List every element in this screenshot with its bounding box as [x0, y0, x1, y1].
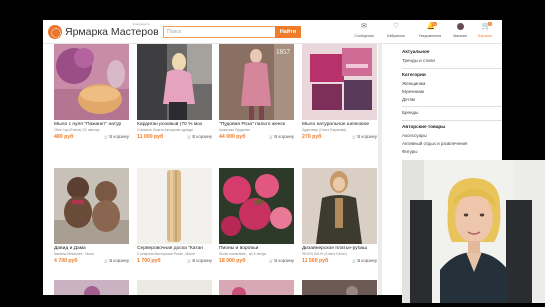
sidebar-item-women[interactable]: Женщинам: [402, 81, 425, 86]
product-card[interactable]: Кардиган розовый (70 % мох Стильное Лопа…: [137, 44, 212, 141]
nav-shop-label: Магазин: [453, 34, 467, 38]
presenter-video: [402, 160, 545, 303]
shop-name[interactable]: Анжелика Прудкова: [219, 128, 294, 132]
sidebar-heading-author-goods: Авторские товары: [402, 124, 446, 129]
sidebar-item-kids[interactable]: Детям: [402, 97, 415, 102]
product-card[interactable]: Мыло с нуля "Пажанкт" натур Olive Cap (Е…: [54, 44, 129, 141]
product-card[interactable]: Дизайнерское платье-рубаш HELEN SALIH (Е…: [302, 168, 377, 265]
divider: [402, 68, 502, 69]
video-frame: Ярмарка Мастеров livemaster.ru Найти ✉ С…: [0, 0, 545, 307]
product-price: 11 500 руб: [302, 258, 329, 264]
product-image-soap[interactable]: [54, 44, 129, 120]
sidebar-item-figures[interactable]: Фигуры: [402, 149, 418, 154]
product-image-cutting-board[interactable]: [137, 168, 212, 244]
product-grid: Мыло с нуля "Пажанкт" натур Olive Cap (Е…: [52, 44, 378, 295]
add-to-cart-button[interactable]: В корзину: [352, 258, 377, 263]
sidebar-item-brands[interactable]: Бренды: [402, 110, 418, 115]
add-to-cart-button[interactable]: В корзину: [187, 258, 212, 263]
sidebar-item-trends[interactable]: Тренды и стили: [402, 58, 435, 63]
product-price: 11 000 руб: [137, 134, 164, 140]
heart-icon: ♡: [392, 23, 400, 30]
product-image-partial[interactable]: [137, 280, 212, 295]
cart-badge: 5: [488, 22, 492, 26]
product-image-peonies[interactable]: [219, 168, 294, 244]
product-price: 480 руб: [54, 134, 74, 140]
divider: [402, 120, 502, 121]
sidebar-item-accessories[interactable]: Аксессуары: [402, 133, 427, 138]
nav-shop[interactable]: Магазин: [449, 23, 471, 43]
webcam-overlay: [402, 160, 545, 303]
product-image-dress[interactable]: [302, 168, 377, 244]
logo-icon[interactable]: [48, 25, 62, 39]
product-card[interactable]: Давид и Дама Natasha Miniatures - Мини 4…: [54, 168, 129, 265]
sidebar-item-outdoor[interactable]: Активный отдых и развлечения: [402, 141, 467, 146]
product-image-partial[interactable]: [54, 280, 129, 295]
shop-name[interactable]: HELEN SALIH (Елена Салих): [302, 252, 377, 256]
product-price: 4 700 руб: [54, 258, 78, 264]
envelope-icon: ✉: [361, 23, 367, 30]
product-image-silk-soap[interactable]: [302, 44, 377, 120]
site-logo[interactable]: Ярмарка Мастеров: [65, 26, 159, 38]
sidebar-heading-actual: Актуальное: [402, 49, 430, 54]
product-card[interactable]: Серверовочная доска "Катан Столярная Мас…: [137, 168, 212, 265]
shop-name[interactable]: Стильное Лопата Авторская одежда: [137, 128, 212, 132]
product-price: 270 руб: [302, 134, 322, 140]
product-image-cardigan[interactable]: [137, 44, 212, 120]
product-price: 1 700 руб: [137, 258, 161, 264]
nav-favorites[interactable]: ♡ Избранное: [381, 23, 411, 43]
site-header: Ярмарка Мастеров livemaster.ru Найти ✉ С…: [43, 20, 502, 44]
shop-name[interactable]: Natasha Miniatures - Мини: [54, 252, 129, 256]
svg-text:1857: 1857: [276, 48, 291, 56]
product-price: 44 000 руб: [219, 134, 246, 140]
nav-favorites-label: Избранное: [386, 34, 406, 38]
product-image-teddy-bears[interactable]: [54, 168, 129, 244]
add-to-cart-button[interactable]: В корзину: [269, 134, 294, 139]
add-to-cart-button[interactable]: В корзину: [187, 134, 212, 139]
add-to-cart-button[interactable]: В корзину: [269, 258, 294, 263]
notifications-badge: 11: [432, 22, 438, 26]
add-to-cart-button[interactable]: В корзину: [352, 134, 377, 139]
product-card[interactable]: Пионы и воробьи Studio manaratele - art …: [219, 168, 294, 265]
search-input[interactable]: [163, 26, 275, 38]
sidebar-item-men[interactable]: Мужчинам: [402, 89, 424, 94]
nav-messages[interactable]: ✉ Сообщения: [348, 23, 380, 43]
sidebar-heading-categories: Категории: [402, 72, 426, 77]
product-card[interactable]: 1857 "Пудовая Роза" пальто женск Анжелик…: [219, 44, 294, 141]
scrollbar[interactable]: [378, 44, 382, 295]
search-button[interactable]: Найти: [275, 26, 301, 38]
product-image-partial[interactable]: [302, 280, 377, 295]
nav-cart-label: Корзина: [478, 34, 492, 38]
add-to-cart-button[interactable]: В корзину: [104, 134, 129, 139]
logo-subtitle: livemaster.ru: [133, 22, 151, 26]
shop-name[interactable]: Столярная Мастерская Рохан - Масте: [137, 252, 212, 256]
nav-notifications-label: Уведомления: [418, 34, 442, 38]
shop-name[interactable]: Кудеснице (Ольга Бацанова): [302, 128, 377, 132]
avatar: [456, 23, 464, 30]
product-price: 18 000 руб: [219, 258, 246, 264]
nav-notifications[interactable]: 🔔 11 Уведомления: [412, 22, 448, 43]
product-card[interactable]: Мыло натуральное шелковое Кудеснице (Оль…: [302, 44, 377, 141]
add-to-cart-button[interactable]: В корзину: [104, 258, 129, 263]
shop-name[interactable]: Olive Cap (Елена) ОС ювелир: [54, 128, 129, 132]
shop-name[interactable]: Studio manaratele - art & design: [219, 252, 294, 256]
nav-cart[interactable]: 🛒 5 Корзина: [472, 22, 498, 43]
product-image-partial[interactable]: [219, 280, 294, 295]
divider: [402, 106, 502, 107]
product-image-coat[interactable]: 1857: [219, 44, 294, 120]
nav-messages-label: Сообщения: [354, 34, 374, 38]
